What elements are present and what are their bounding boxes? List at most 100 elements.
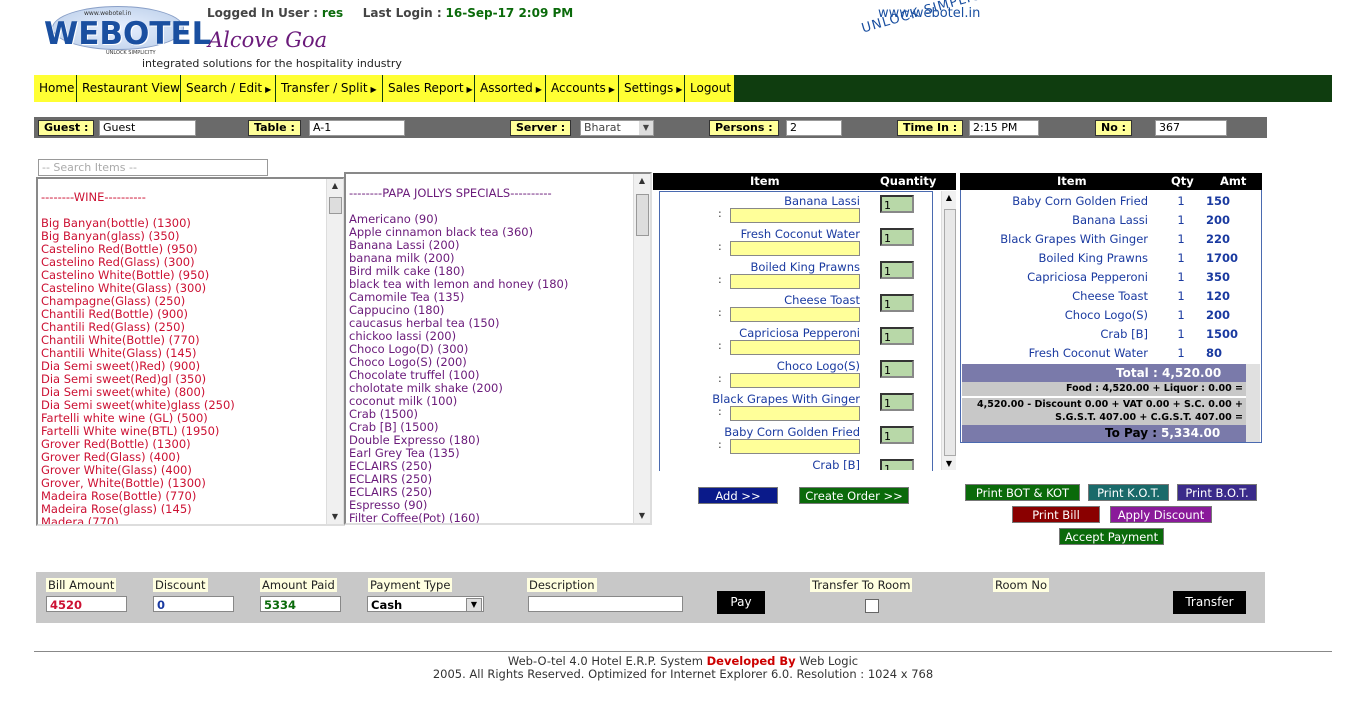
colon: : <box>718 339 722 352</box>
search-items-input[interactable]: -- Search Items -- <box>38 159 268 176</box>
order-item-note-field[interactable] <box>730 373 860 388</box>
order-qty-field[interactable]: 1 <box>880 426 914 444</box>
persons-field[interactable]: 2 <box>786 120 842 136</box>
order-qty-field[interactable]: 1 <box>880 261 914 279</box>
amount-paid-field[interactable]: 5334 <box>260 596 341 612</box>
menu-accounts[interactable]: Accounts ▶ <box>546 75 619 102</box>
print-bot-kot-button[interactable]: Print BOT & KOT <box>965 484 1080 501</box>
caret-right-icon: ▶ <box>676 85 683 94</box>
scroll-thumb[interactable] <box>636 194 649 236</box>
bill-item-name: Choco Logo(S) <box>1064 308 1148 322</box>
bill-table-header: Item Qty Amt <box>960 173 1262 190</box>
order-row: Crab [B]:1 <box>662 458 920 470</box>
add-button[interactable]: Add >> <box>698 487 778 504</box>
menu-settings[interactable]: Settings ▶ <box>619 75 685 102</box>
bill-item-amount: 120 <box>1206 289 1231 303</box>
list-item[interactable]: Filter Coffee(Pot) (160) <box>346 512 650 524</box>
print-bot-button[interactable]: Print B.O.T. <box>1177 484 1257 501</box>
bill-amount-field[interactable]: 4520 <box>46 596 127 612</box>
bill-item-amount: 80 <box>1206 346 1223 360</box>
order-item-note-field[interactable] <box>730 307 860 322</box>
food-list-scrollbar[interactable]: ▲ ▼ <box>633 174 650 523</box>
bill-item-amount: 200 <box>1206 213 1231 227</box>
logo-text: WEBOTEL <box>44 16 212 52</box>
table-field[interactable]: A-1 <box>309 120 405 136</box>
bill-item-qty: 1 <box>1177 327 1185 341</box>
order-item-name: Capriciosa Pepperoni <box>739 326 860 340</box>
order-table-header: Item Quantity <box>653 173 956 190</box>
wine-list-scrollbar[interactable]: ▲ ▼ <box>326 179 343 524</box>
time-in-field[interactable]: 2:15 PM <box>969 120 1039 136</box>
tax-breakdown: 4,520.00 - Discount 0.00 + VAT 0.00 + S.… <box>962 398 1246 425</box>
scroll-up-icon[interactable]: ▲ <box>327 179 343 193</box>
menu-search-edit[interactable]: Search / Edit ▶ <box>181 75 276 102</box>
bill-item-amount: 1700 <box>1206 251 1239 265</box>
bill-item-qty: 1 <box>1177 194 1185 208</box>
pay-button[interactable]: Pay <box>717 591 765 614</box>
footer-line-1: Web-O-tel 4.0 Hotel E.R.P. System Develo… <box>507 654 859 668</box>
print-bill-button[interactable]: Print Bill <box>1012 506 1100 523</box>
bill-item-name: Black Grapes With Ginger <box>1000 232 1148 246</box>
order-item-name: Boiled King Prawns <box>750 260 860 274</box>
caret-right-icon: ▶ <box>608 85 615 94</box>
scroll-thumb[interactable] <box>329 197 342 214</box>
tagline: integrated solutions for the hospitality… <box>142 57 402 70</box>
order-item-name: Baby Corn Golden Fried <box>724 425 860 439</box>
order-item-note-field[interactable] <box>730 340 860 355</box>
print-kot-button[interactable]: Print K.O.T. <box>1088 484 1169 501</box>
menu-transfer-split[interactable]: Transfer / Split ▶ <box>276 75 383 102</box>
bill-item-qty: 1 <box>1177 251 1185 265</box>
scroll-thumb[interactable] <box>944 209 956 456</box>
payment-type-select[interactable]: Cash ▼ <box>367 596 484 612</box>
order-item-note-field[interactable] <box>730 241 860 256</box>
scroll-down-icon[interactable]: ▼ <box>634 509 650 523</box>
order-qty-field[interactable]: 1 <box>880 294 914 312</box>
transfer-to-room-checkbox[interactable] <box>865 599 879 613</box>
order-qty-field[interactable]: 1 <box>880 393 914 411</box>
order-item-name: Crab [B] <box>812 458 860 470</box>
description-field[interactable] <box>528 596 683 612</box>
bill-item-name: Fresh Coconut Water <box>1028 346 1148 360</box>
bill-total: Total : 4,520.00 <box>962 364 1246 382</box>
food-list[interactable]: --------PAPA JOLLYS SPECIALS---------- A… <box>344 172 652 525</box>
colon: : <box>718 306 722 319</box>
scroll-down-icon[interactable]: ▼ <box>327 510 343 524</box>
order-qty-field[interactable]: 1 <box>880 195 914 213</box>
order-qty-field[interactable]: 1 <box>880 459 914 470</box>
wine-list[interactable]: --------WINE---------- Big Banyan(bottle… <box>36 177 345 526</box>
guest-field[interactable]: Guest <box>99 120 196 136</box>
accept-payment-button[interactable]: Accept Payment <box>1059 528 1164 545</box>
create-order-button[interactable]: Create Order >> <box>799 487 909 504</box>
scroll-up-icon[interactable]: ▲ <box>942 193 956 202</box>
order-item-note-field[interactable] <box>730 406 860 421</box>
order-qty-field[interactable]: 1 <box>880 360 914 378</box>
transfer-button[interactable]: Transfer <box>1173 591 1246 614</box>
bill-item-name: Banana Lassi <box>1072 213 1148 227</box>
order-qty-field[interactable]: 1 <box>880 228 914 246</box>
order-item-note-field[interactable] <box>730 439 860 454</box>
order-no-field[interactable]: 367 <box>1155 120 1227 136</box>
discount-field[interactable]: 0 <box>153 596 234 612</box>
bill-item-qty: 1 <box>1177 232 1185 246</box>
order-item-note-field[interactable] <box>730 208 860 223</box>
scroll-down-icon[interactable]: ▼ <box>942 459 956 468</box>
order-row: Capriciosa Pepperoni: 1 <box>662 326 920 359</box>
bill-item-name: Crab [B] <box>1100 327 1148 341</box>
order-item-note-field[interactable] <box>730 274 860 289</box>
bill-item-name: Baby Corn Golden Fried <box>1012 194 1148 208</box>
scroll-up-icon[interactable]: ▲ <box>634 174 650 188</box>
menu-sales-report[interactable]: Sales Report ▶ <box>383 75 475 102</box>
list-group-header: --------WINE---------- <box>41 190 146 204</box>
colon: : <box>718 273 722 286</box>
to-pay: To Pay : 5,334.00 <box>962 425 1246 442</box>
server-select[interactable]: Bharat ▼ <box>580 120 654 136</box>
order-qty-field[interactable]: 1 <box>880 327 914 345</box>
bill-row: Black Grapes With Ginger 1 220 <box>962 230 1258 249</box>
order-scrollbar[interactable]: ▲ ▼ <box>941 191 956 470</box>
list-item[interactable]: Madera (770) <box>38 516 343 525</box>
menu-restaurant-view[interactable]: Restaurant View <box>77 75 181 102</box>
menu-home[interactable]: Home <box>34 75 77 102</box>
apply-discount-button[interactable]: Apply Discount <box>1110 506 1212 523</box>
menu-logout[interactable]: Logout <box>685 75 735 102</box>
menu-assorted[interactable]: Assorted ▶ <box>475 75 546 102</box>
